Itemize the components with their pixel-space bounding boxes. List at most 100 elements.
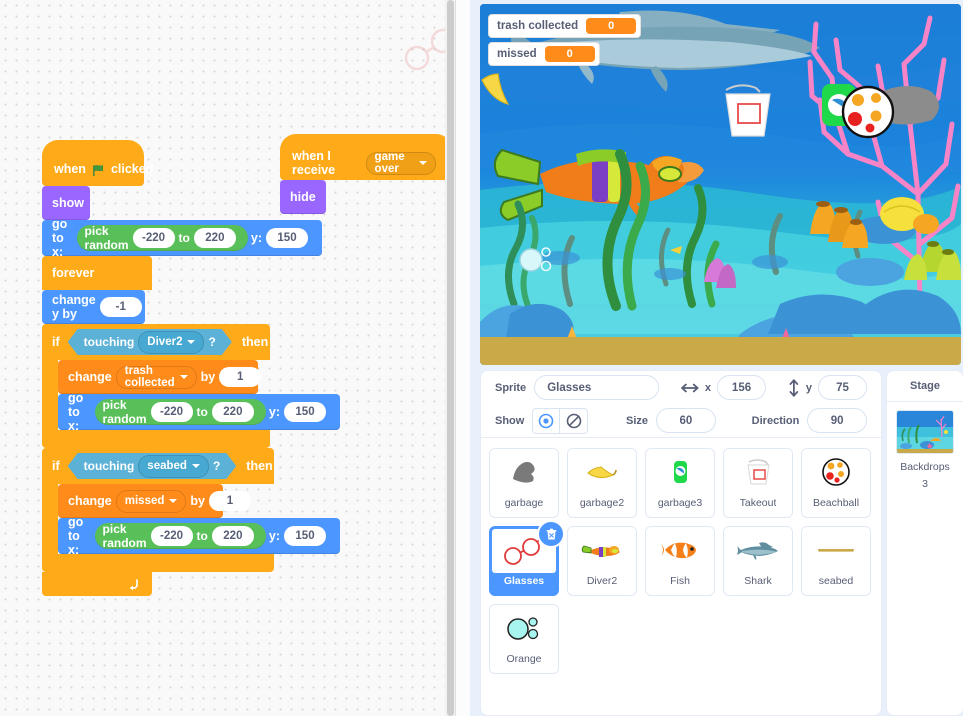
- if2-header[interactable]: if touching seabed ? then: [42, 448, 274, 484]
- sprite-label-garbage2: garbage2: [579, 497, 625, 509]
- variable-name-missed: missed: [124, 495, 165, 507]
- then-label-1: then: [241, 335, 269, 349]
- scrollbar-thumb[interactable]: [447, 0, 454, 716]
- block-forever[interactable]: forever change y by -1 if touching Diver…: [42, 256, 340, 596]
- chevron-down-icon: [192, 464, 200, 468]
- direction-input[interactable]: 90: [807, 408, 867, 433]
- chevron-down-icon: [179, 375, 188, 379]
- size-input[interactable]: 60: [656, 408, 716, 433]
- block-change-y-by[interactable]: change y by -1: [42, 290, 145, 324]
- pick-random-from-input-2[interactable]: -220: [150, 402, 193, 422]
- pick-random-to-input-2[interactable]: 220: [211, 402, 254, 422]
- sprite-thumb-diver2: [568, 527, 636, 573]
- goto-y-input-2[interactable]: 150: [284, 402, 326, 422]
- change-y-label: change y by: [52, 293, 96, 321]
- eye-hidden-icon: [566, 413, 581, 428]
- block-show[interactable]: show: [42, 186, 90, 220]
- change-missed-input[interactable]: 1: [209, 491, 251, 511]
- y-input[interactable]: 75: [817, 375, 867, 400]
- if1-label: if: [52, 335, 60, 349]
- sprite-tile-glasses[interactable]: Glasses: [489, 520, 565, 596]
- sprite-tile-beachball[interactable]: Beachball: [801, 448, 871, 518]
- block-change-trash-collected[interactable]: change trash collected by 1: [58, 360, 262, 394]
- trash-icon: [546, 528, 556, 539]
- stage-selector-panel[interactable]: Stage Backdrops 3: [886, 370, 963, 716]
- by-label-2: by: [190, 494, 205, 508]
- stage-container[interactable]: trash collected 0 missed 0: [480, 4, 961, 365]
- x-input[interactable]: 156: [716, 375, 767, 400]
- block-if-touching-seabed[interactable]: if touching seabed ? then change missed …: [42, 448, 340, 572]
- sprite-label-garbage: garbage: [504, 497, 544, 509]
- touching-target-dropdown-2[interactable]: seabed: [138, 455, 209, 478]
- chevron-down-icon: [419, 161, 427, 165]
- goto-y-input[interactable]: 150: [266, 228, 308, 248]
- sprite-label-glasses: Glasses: [503, 575, 545, 587]
- if1-body: change trash collected by 1 go to x: pic…: [42, 360, 340, 433]
- direction-label: Direction: [751, 414, 800, 427]
- eye-visible-icon: [538, 413, 554, 428]
- message-dropdown[interactable]: game over: [365, 151, 436, 175]
- sprite-thumb-takeout: [724, 449, 792, 495]
- pick-random-to-label-2: to: [196, 405, 208, 419]
- change-y-input[interactable]: -1: [99, 297, 142, 317]
- if1-header[interactable]: if touching Diver2 ? then: [42, 324, 270, 360]
- goto-label: go to x:: [52, 217, 68, 259]
- goto-y-label-3: y:: [268, 529, 280, 543]
- sprite-label-diver2: Diver2: [586, 575, 618, 587]
- reporter-pick-random-3[interactable]: pick random -220 to 220: [94, 522, 266, 550]
- script-when-flag-clicked[interactable]: when clicked show go to x: pick random -…: [42, 140, 340, 596]
- backdrops-label: Backdrops: [900, 461, 950, 473]
- if2-arm: [42, 484, 58, 554]
- garbage-bag-icon: [513, 461, 535, 483]
- variable-dropdown-trash[interactable]: trash collected: [115, 365, 197, 389]
- boolean-touching-seabed[interactable]: touching seabed ?: [68, 453, 237, 479]
- sprite-tile-garbage2[interactable]: garbage2: [567, 448, 637, 518]
- show-label: show: [52, 196, 84, 210]
- sprite-label: Sprite: [495, 381, 527, 394]
- code-canvas[interactable]: when I receive game over hide when click…: [0, 0, 470, 716]
- monitor-label-trash: trash collected: [497, 20, 579, 32]
- beachball-sprite: [841, 85, 895, 139]
- sprite-tile-orange[interactable]: Orange: [489, 604, 559, 674]
- change-trash-input[interactable]: 1: [219, 367, 262, 387]
- shark-icon: [737, 542, 778, 560]
- pick-random-from-input[interactable]: -220: [132, 228, 175, 248]
- sprite-tile-seabed[interactable]: seabed: [801, 526, 871, 596]
- touching-target-2: seabed: [147, 460, 187, 472]
- delete-sprite-button[interactable]: [537, 520, 565, 548]
- pick-random-to-input[interactable]: 220: [193, 228, 236, 248]
- monitor-trash-collected[interactable]: trash collected 0: [488, 14, 642, 38]
- goto-y-label-2: y:: [268, 405, 280, 419]
- pick-random-to-input-3[interactable]: 220: [211, 526, 254, 546]
- sprite-tile-diver2[interactable]: Diver2: [567, 526, 637, 596]
- block-when-flag-clicked[interactable]: when clicked: [42, 140, 153, 186]
- block-go-to-xy-1[interactable]: go to x: pick random -220 to 220 y: 150: [42, 217, 322, 259]
- goto-y-input-3[interactable]: 150: [284, 526, 326, 546]
- sprite-tile-takeout[interactable]: Takeout: [723, 448, 793, 518]
- sprite-tile-shark[interactable]: Shark: [723, 526, 793, 596]
- show-visible-button[interactable]: [532, 407, 561, 434]
- touching-target-dropdown-1[interactable]: Diver2: [138, 331, 204, 354]
- reporter-pick-random-2[interactable]: pick random -220 to 220: [94, 398, 266, 426]
- sprite-panel: Sprite Glasses x 156 y 75 Show Size 60 D…: [480, 370, 882, 716]
- backdrop-thumbnail[interactable]: [896, 410, 954, 454]
- sprite-thumb-beachball: [802, 449, 870, 495]
- block-go-to-xy-3[interactable]: go to x: pick random -220 to 220 y: 150: [58, 515, 340, 557]
- sprite-name-input[interactable]: Glasses: [534, 375, 660, 400]
- sprite-tile-garbage[interactable]: garbage: [489, 448, 559, 518]
- sprite-info-bar: Sprite Glasses x 156 y 75 Show Size 60 D…: [481, 371, 881, 438]
- show-hidden-button[interactable]: [560, 407, 589, 434]
- block-go-to-xy-2[interactable]: go to x: pick random -220 to 220 y: 150: [58, 391, 340, 433]
- sprite-tile-fish[interactable]: Fish: [645, 526, 715, 596]
- boolean-touching-diver2[interactable]: touching Diver2 ?: [68, 329, 232, 355]
- sprite-tile-garbage3[interactable]: garbage3: [645, 448, 715, 518]
- block-change-missed[interactable]: change missed by 1: [58, 484, 251, 518]
- monitor-missed[interactable]: missed 0: [488, 42, 600, 66]
- canvas-right-edge: [455, 0, 470, 716]
- forever-header[interactable]: forever: [42, 256, 152, 290]
- reporter-pick-random-1[interactable]: pick random -220 to 220: [76, 224, 248, 252]
- pick-random-from-input-3[interactable]: -220: [150, 526, 193, 546]
- if2-contents: change missed by 1 go to x: pick random …: [58, 484, 340, 557]
- variable-dropdown-missed[interactable]: missed: [115, 489, 187, 513]
- block-if-touching-diver2[interactable]: if touching Diver2 ? then change trash c…: [42, 324, 340, 448]
